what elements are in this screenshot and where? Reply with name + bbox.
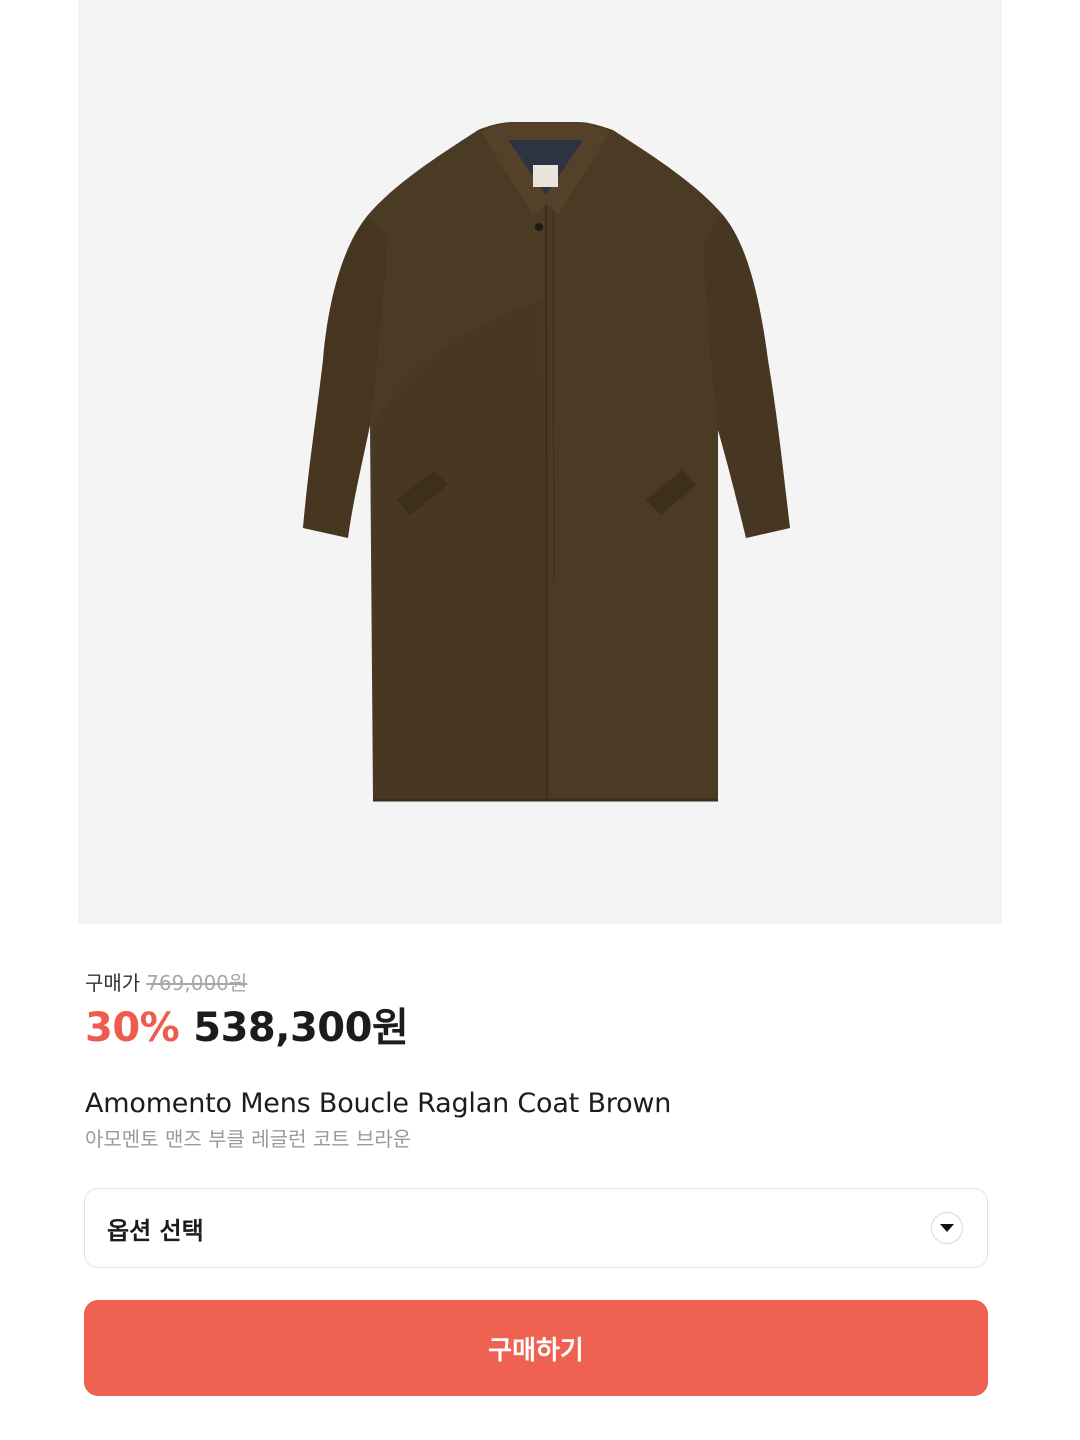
buy-button[interactable]: 구매하기 [84, 1300, 988, 1396]
sale-price: 538,300원 [193, 1005, 409, 1051]
product-name-english: Amomento Mens Boucle Raglan Coat Brown [85, 1088, 672, 1119]
discount-rate: 30% [85, 1005, 180, 1051]
caret-down-icon [931, 1212, 963, 1244]
option-select-label: 옵션 선택 [107, 1216, 204, 1245]
option-select-dropdown[interactable]: 옵션 선택 [84, 1188, 988, 1268]
original-price-label: 구매가 [85, 971, 141, 995]
coat-photo [303, 122, 790, 802]
product-detail-page: 구매가 769,000원 30% 538,300원 Amomento Mens … [0, 0, 1080, 1440]
product-image [78, 0, 1002, 924]
sale-price-row: 30% 538,300원 [85, 1002, 995, 1054]
price-section: 구매가 769,000원 30% 538,300원 [85, 970, 995, 1054]
original-price-row: 구매가 769,000원 [85, 970, 995, 996]
product-name-korean: 아모멘토 맨즈 부클 레글런 코트 브라운 [85, 1127, 412, 1151]
original-price: 769,000원 [146, 971, 248, 995]
product-name-section: Amomento Mens Boucle Raglan Coat Brown 아… [85, 1086, 995, 1154]
